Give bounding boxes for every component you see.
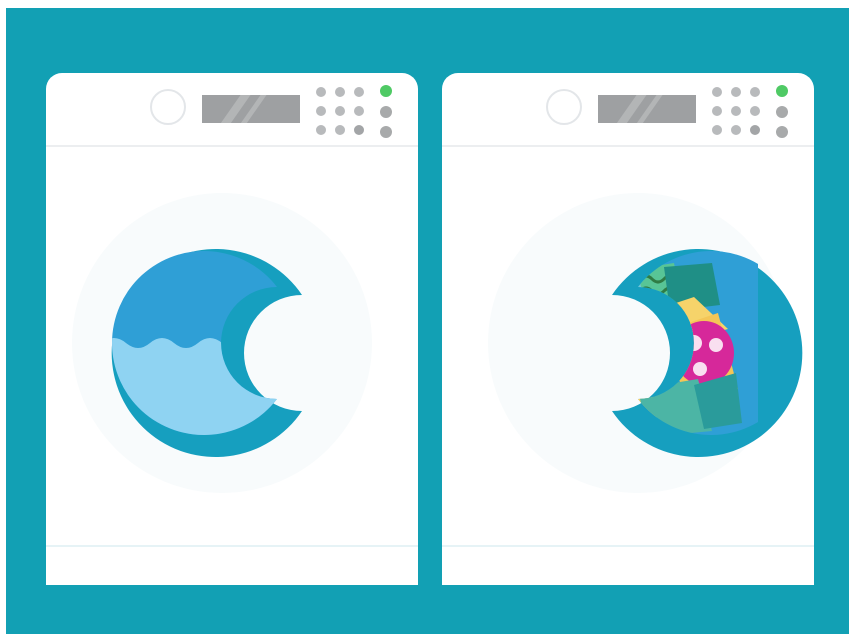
washing-machine-right (442, 73, 814, 585)
indicator-light-icon (776, 85, 788, 97)
button-grid-icon[interactable] (712, 87, 772, 141)
door-icon[interactable] (72, 193, 372, 493)
indicator-light-icon (776, 126, 788, 138)
button-grid-icon[interactable] (316, 87, 376, 141)
control-panel-divider (46, 145, 418, 147)
door-icon[interactable] (488, 193, 803, 493)
base-divider (46, 545, 418, 547)
indicator-light-icon (380, 85, 392, 97)
control-panel-divider (442, 145, 814, 147)
display-icon (202, 95, 300, 123)
base-divider (442, 545, 814, 547)
knob-icon[interactable] (150, 89, 186, 125)
knob-icon[interactable] (546, 89, 582, 125)
indicator-light-icon (380, 126, 392, 138)
display-icon (598, 95, 696, 123)
indicator-light-icon (380, 106, 392, 118)
indicator-light-icon (776, 106, 788, 118)
washing-machine-left (46, 73, 418, 585)
